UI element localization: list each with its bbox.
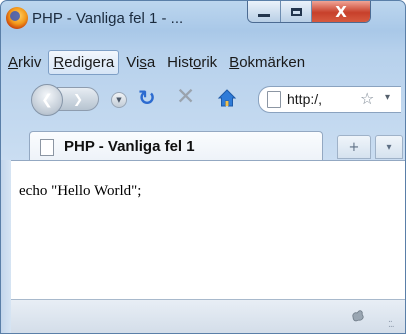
window-left-border [1,160,11,333]
tab-list-button[interactable]: ▾ [375,135,403,159]
menu-historik[interactable]: Historik [162,50,222,75]
maximize-button[interactable] [281,1,312,22]
page-icon [40,139,54,156]
window-title: PHP - Vanliga fel 1 - ... [32,10,184,27]
bookmark-star-icon[interactable]: ☆ [360,89,374,108]
status-bar: .​.... [11,299,405,333]
close-button[interactable]: X [312,1,370,22]
url-dropdown-icon[interactable]: ▾ [385,92,390,103]
menu-bokmarken[interactable]: Bokmärken [224,50,310,75]
browser-window: PHP - Vanliga fel 1 - ... X Arkiv Redige… [0,0,406,334]
plus-icon: + [348,139,360,155]
forward-icon: ❯ [72,92,84,106]
url-text[interactable]: http:/, [287,91,322,107]
menu-bar: Arkiv Redigera Visa Historik Bokmärken [1,49,405,76]
resize-grip-icon[interactable]: .​.... [388,316,395,330]
menu-visa[interactable]: Visa [121,50,160,75]
maximize-icon [290,7,302,16]
new-tab-button[interactable]: + [337,135,371,159]
page-content: echo "Hello World"; [11,160,405,299]
window-controls: X [247,1,371,23]
addon-puzzle-icon[interactable] [350,308,366,324]
back-button[interactable]: ❮ [31,84,63,116]
back-icon: ❮ [41,92,53,108]
history-dropdown-button[interactable]: ▼ [111,92,127,108]
forward-button[interactable]: ❯ [57,87,99,111]
back-forward-group: ❮ ❯ ▼ [31,84,129,116]
stop-icon[interactable]: ✕ [176,84,195,110]
menu-arkiv[interactable]: Arkiv [3,50,46,75]
tab-title: PHP - Vanliga fel 1 [64,138,195,155]
tab-strip: PHP - Vanliga fel 1 + ▾ [1,127,405,162]
page-icon [267,91,281,108]
reload-icon[interactable]: ↻ [138,86,156,110]
url-bar[interactable]: http:/, ☆ ▾ [258,86,401,113]
history-dropdown-icon: ▼ [116,96,122,104]
title-bar[interactable]: PHP - Vanliga fel 1 - ... X [1,1,405,49]
close-icon: X [335,2,347,21]
page-text: echo "Hello World"; [19,183,142,199]
navigation-toolbar: ❮ ❯ ▼ ↻ ✕ http:/, ☆ ▾ [1,79,405,119]
chevron-down-icon: ▾ [386,141,392,153]
minimize-button[interactable] [248,1,281,22]
tab-active[interactable]: PHP - Vanliga fel 1 [29,131,323,162]
menu-redigera[interactable]: Redigera [48,50,120,75]
home-icon[interactable] [217,88,237,108]
firefox-logo-icon [6,7,28,29]
minimize-icon [258,14,270,17]
